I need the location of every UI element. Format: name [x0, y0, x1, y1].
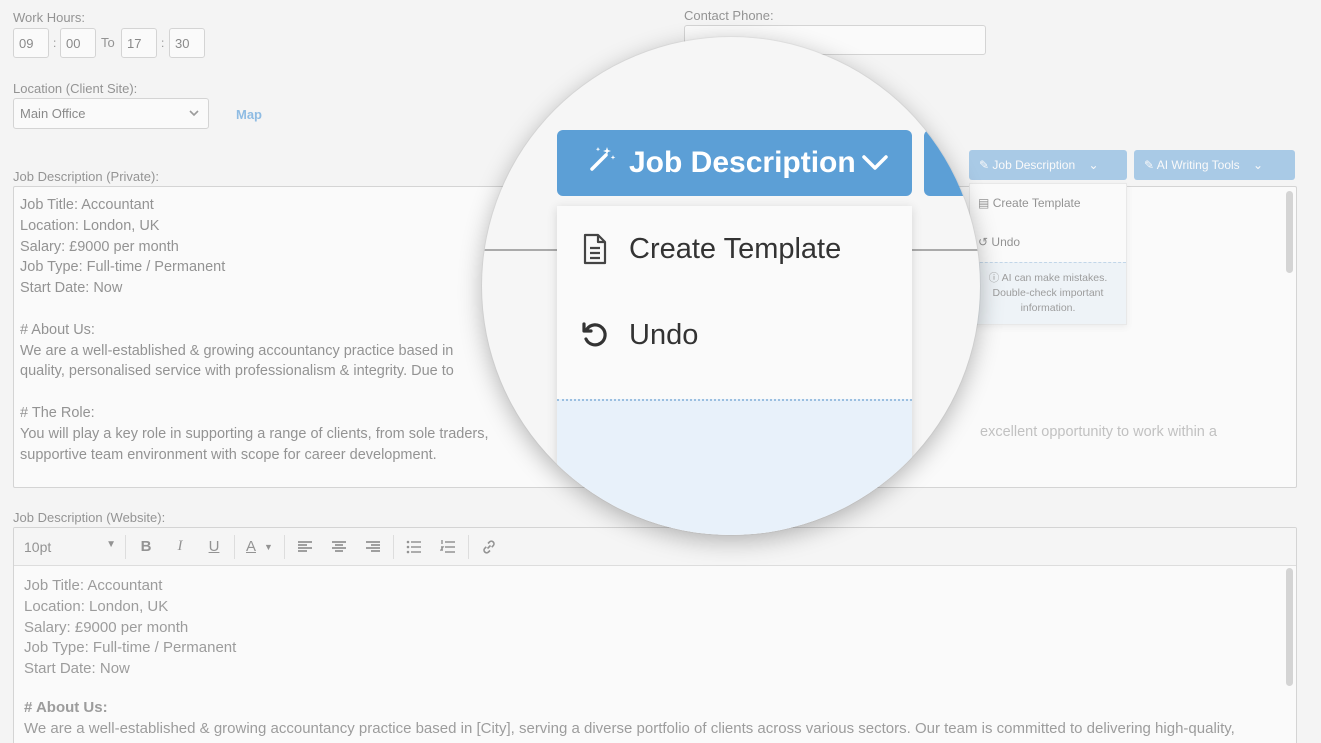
- numbered-list-icon[interactable]: [431, 532, 465, 562]
- job-description-button-label: Job Description: [629, 146, 856, 179]
- toolbar-divider: [392, 534, 394, 559]
- document-icon: ▤: [978, 196, 990, 210]
- font-size-select[interactable]: 10pt ▼: [14, 539, 122, 555]
- time-separator-2: :: [161, 36, 165, 50]
- job-description-private-label: Job Description (Private):: [13, 169, 159, 184]
- toolbar-divider: [467, 534, 469, 559]
- text-line: Job Type: Full-time / Permanent: [24, 639, 237, 657]
- align-left-icon[interactable]: [288, 532, 322, 562]
- create-template-menu-item[interactable]: Create Template: [557, 206, 912, 292]
- magic-wand-icon: ✎: [979, 158, 990, 172]
- text-heading: # About Us:: [24, 698, 108, 716]
- ai-writing-tools-button-partial[interactable]: [924, 130, 980, 196]
- caret-down-icon: ▼: [106, 538, 116, 550]
- document-icon: [581, 233, 609, 265]
- font-size-value: 10pt: [24, 538, 52, 555]
- text-line: Location: London, UK: [24, 597, 169, 615]
- to-label: To: [101, 35, 115, 50]
- undo-icon: [581, 319, 609, 351]
- text-line: [24, 679, 1235, 697]
- bold-icon[interactable]: B: [129, 532, 163, 562]
- ai-writing-tools-label: AI Writing Tools: [1156, 158, 1240, 172]
- link-icon[interactable]: [472, 532, 506, 562]
- text-line: Start Date: Now: [24, 660, 130, 678]
- ai-disclaimer-notice-magnified: [557, 399, 912, 535]
- chevron-down-icon: ⌄: [1253, 158, 1264, 172]
- job-description-website-editor: 10pt ▼ B I U A ▼ Job Title: Accountant L…: [13, 527, 1297, 743]
- chevron-down-icon: [860, 147, 890, 185]
- editor-content[interactable]: Job Title: Accountant Location: London, …: [24, 575, 1235, 739]
- info-icon: ⓘ: [988, 272, 1000, 284]
- undo-label: Undo: [629, 318, 699, 351]
- job-description-button-label: Job Description: [992, 158, 1076, 172]
- magnifier-lens: Job Description Create Template Undo: [482, 37, 980, 535]
- location-select-value: Main Office: [20, 106, 86, 121]
- create-template-menu-item-small[interactable]: ▤ Create Template: [970, 184, 1126, 223]
- location-label: Location (Client Site):: [13, 81, 138, 96]
- chevron-down-icon: [188, 107, 200, 122]
- notice-line: information.: [1020, 302, 1076, 314]
- italic-icon[interactable]: I: [163, 532, 197, 562]
- undo-icon: ↺: [978, 235, 989, 249]
- toolbar-divider: [283, 534, 285, 559]
- job-description-website-label: Job Description (Website):: [13, 510, 166, 525]
- time-separator: :: [53, 36, 57, 50]
- editor-scrollbar[interactable]: [1286, 568, 1293, 686]
- textarea-scrollbar[interactable]: [1286, 191, 1293, 273]
- ai-disclaimer-notice: ⓘ AI can make mistakes. Double-check imp…: [970, 262, 1126, 324]
- bulleted-list-icon[interactable]: [397, 532, 431, 562]
- text-line: Job Title: Accountant: [24, 577, 163, 594]
- work-hours-label: Work Hours:: [13, 10, 85, 25]
- location-select[interactable]: Main Office: [13, 98, 209, 129]
- text-line: We are a well-established & growing acco…: [24, 719, 1235, 737]
- map-link[interactable]: Map: [236, 107, 262, 122]
- caret-down-icon[interactable]: ▼: [264, 542, 273, 552]
- toolbar-divider: [234, 534, 235, 559]
- text-color-icon[interactable]: A: [238, 532, 264, 562]
- ai-writing-tools-button[interactable]: ✎ AI Writing Tools ⌄: [1134, 150, 1295, 180]
- toolbar-divider: [125, 534, 126, 559]
- job-description-button[interactable]: Job Description: [557, 130, 912, 196]
- text-line: Salary: £9000 per month: [24, 618, 189, 636]
- undo-menu-item-small[interactable]: ↺ Undo: [970, 223, 1126, 262]
- underline-icon[interactable]: U: [197, 532, 231, 562]
- undo-menu-item[interactable]: Undo: [557, 292, 912, 378]
- contact-phone-label: Contact Phone:: [684, 8, 774, 23]
- align-right-icon[interactable]: [356, 532, 390, 562]
- create-template-label: Create Template: [992, 196, 1081, 210]
- start-hour-input[interactable]: 09: [13, 28, 49, 58]
- job-description-dropdown: Create Template Undo: [557, 206, 912, 535]
- start-minute-input[interactable]: 00: [60, 28, 96, 58]
- magic-wand-icon: ✎: [1144, 158, 1155, 172]
- notice-line: Double-check important: [992, 287, 1104, 299]
- end-hour-input[interactable]: 17: [121, 28, 157, 58]
- create-template-label: Create Template: [629, 232, 842, 265]
- align-center-icon[interactable]: [322, 532, 356, 562]
- end-minute-input[interactable]: 30: [169, 28, 205, 58]
- chevron-down-icon: ⌄: [1088, 158, 1099, 172]
- magic-wand-icon: [587, 144, 617, 182]
- overflow-text: excellent opportunity to work within a: [980, 424, 1217, 440]
- job-description-dropdown-small: ▤ Create Template ↺ Undo ⓘ AI can make m…: [969, 183, 1127, 325]
- notice-line: AI can make mistakes.: [1001, 272, 1108, 284]
- job-description-button-small[interactable]: ✎ Job Description ⌄: [969, 150, 1127, 180]
- undo-label: Undo: [991, 235, 1021, 249]
